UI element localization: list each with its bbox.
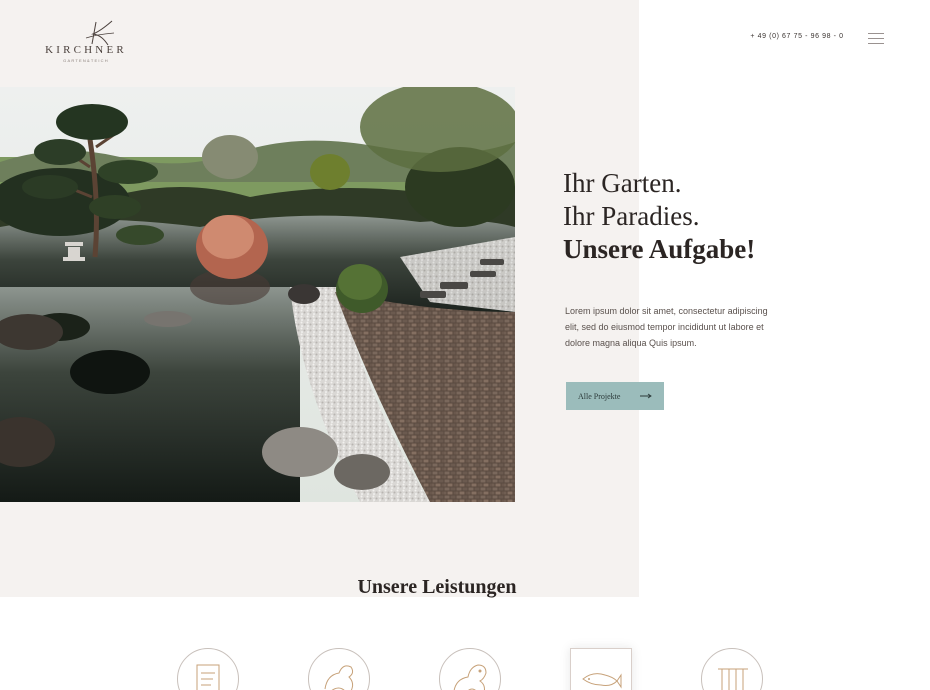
brand-logo[interactable]: KIRCHNER GARTEN&TEICH bbox=[38, 20, 134, 66]
waterfall-icon bbox=[718, 668, 748, 690]
headline-line-2: Ihr Paradies. bbox=[563, 201, 700, 231]
service-document-button[interactable] bbox=[177, 648, 239, 690]
services-title: Unsere Leistungen bbox=[357, 576, 517, 598]
hero-headline: Ihr Garten. Ihr Paradies. Unsere Aufgabe… bbox=[563, 167, 863, 266]
service-turtle-button[interactable] bbox=[308, 648, 370, 690]
all-projects-button[interactable]: Alle Projekte bbox=[566, 382, 664, 410]
hero-garden-image bbox=[0, 87, 515, 502]
headline-line-3: Unsere Aufgabe! bbox=[563, 234, 756, 264]
phone-number-link[interactable]: + 49 (0) 67 75 - 96 98 - 0 bbox=[742, 33, 852, 40]
headline-line-1: Ihr Garten. bbox=[563, 168, 682, 198]
brand-name: KIRCHNER bbox=[45, 44, 127, 56]
hero-lead-text: Lorem ipsum dolor sit amet, consectetur … bbox=[565, 306, 768, 348]
brand-tagline: GARTEN&TEICH bbox=[63, 58, 109, 63]
fish-icon bbox=[582, 673, 622, 689]
arrow-right-icon bbox=[640, 393, 652, 399]
service-waterfall-button[interactable] bbox=[701, 648, 763, 690]
document-icon bbox=[196, 664, 220, 690]
kirchner-monogram-icon bbox=[85, 20, 115, 46]
hamburger-menu-icon[interactable] bbox=[866, 31, 886, 47]
frog-icon bbox=[453, 664, 487, 690]
service-fish-button[interactable] bbox=[570, 648, 632, 690]
service-frog-button[interactable] bbox=[439, 648, 501, 690]
turtle-icon bbox=[324, 665, 354, 690]
all-projects-label: Alle Projekte bbox=[578, 391, 621, 401]
